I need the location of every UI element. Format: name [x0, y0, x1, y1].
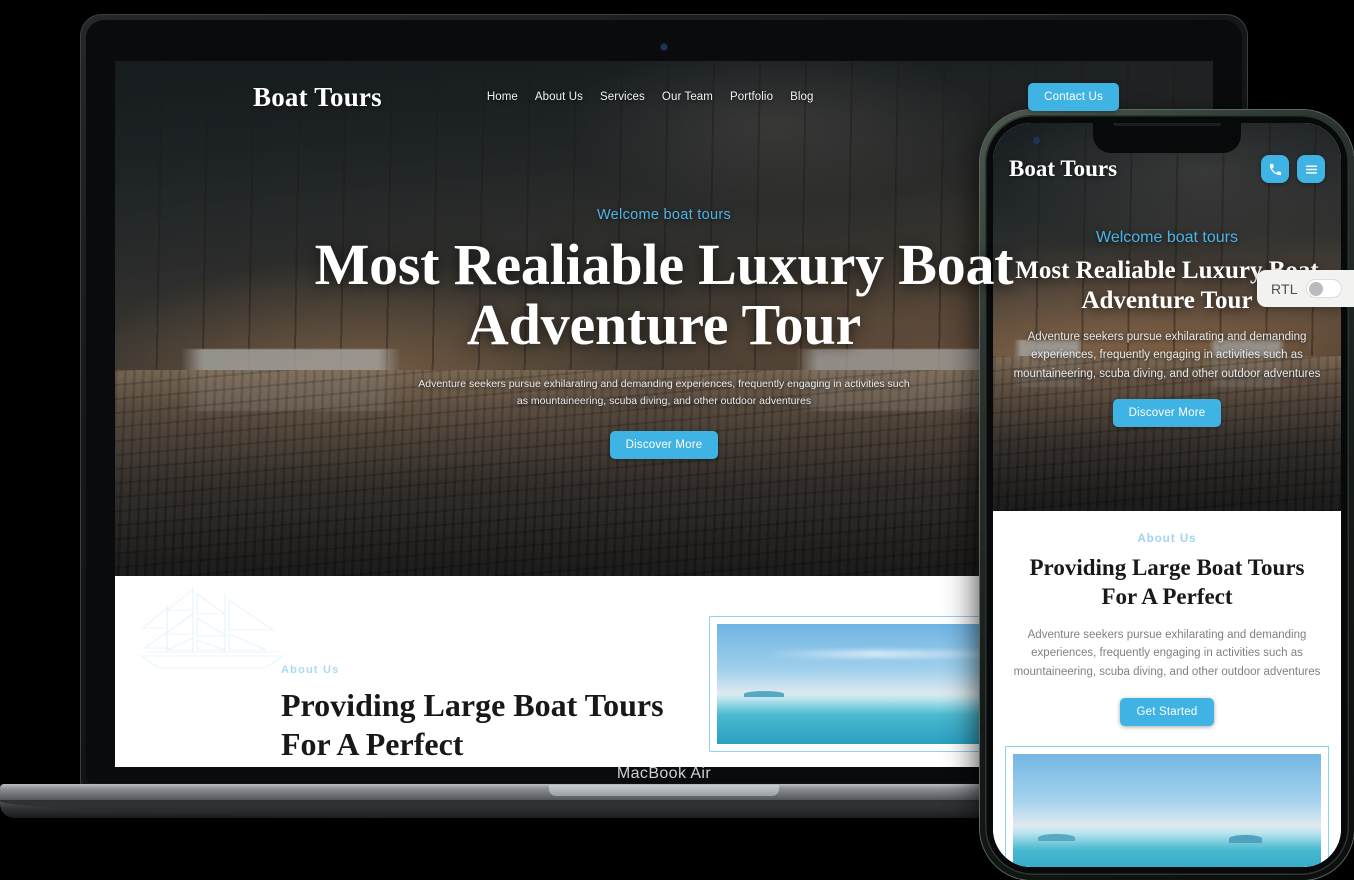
- phone-call-button[interactable]: [1261, 155, 1289, 183]
- about-eyebrow: About Us: [281, 664, 340, 676]
- nav-item-portfolio[interactable]: Portfolio: [730, 91, 773, 103]
- mobile-website: Boat Tours Welcome boat tours Most Reali…: [993, 123, 1341, 867]
- site-logo[interactable]: Boat Tours: [253, 82, 382, 113]
- phone-icon: [1269, 163, 1281, 175]
- phone-notch: [1093, 123, 1241, 153]
- laptop-base-notch: [549, 785, 779, 796]
- nav-item-our-team[interactable]: Our Team: [662, 91, 713, 103]
- hero-cta-wrap: Discover More: [115, 431, 1213, 459]
- main-navigation-bar: Boat Tours Home About Us Services Our Te…: [115, 61, 1213, 119]
- phone-speaker-grille: [1113, 123, 1221, 126]
- discover-more-button[interactable]: Discover More: [609, 431, 719, 459]
- sailing-ship-illustration-icon: [139, 586, 285, 669]
- mobile-menu-button[interactable]: [1297, 155, 1325, 183]
- screenshot-stage: Boat Tours Home About Us Services Our Te…: [0, 0, 1354, 880]
- mobile-site-logo[interactable]: Boat Tours: [1009, 156, 1117, 182]
- phone-screen: Boat Tours Welcome boat tours Most Reali…: [993, 123, 1341, 867]
- mobile-about-sea-photo: [1013, 754, 1321, 867]
- phone-mockup: Boat Tours Welcome boat tours Most Reali…: [980, 110, 1354, 880]
- mobile-about-section: About Us Providing Large Boat Tours For …: [993, 511, 1341, 727]
- about-title: Providing Large Boat Tours For A Perfect: [281, 687, 664, 763]
- phone-front-camera-icon: [1033, 137, 1040, 144]
- mobile-discover-more-button[interactable]: Discover More: [1112, 399, 1222, 428]
- hamburger-menu-icon: [1305, 164, 1317, 174]
- contact-us-button[interactable]: Contact Us: [1028, 83, 1119, 111]
- nav-links: Home About Us Services Our Team Portfoli…: [487, 91, 814, 103]
- nav-item-services[interactable]: Services: [600, 91, 645, 103]
- rtl-toggle-label: RTL: [1271, 280, 1298, 297]
- nav-item-blog[interactable]: Blog: [790, 91, 813, 103]
- rtl-toggle-widget[interactable]: RTL: [1257, 270, 1354, 307]
- nav-item-home[interactable]: Home: [487, 91, 518, 103]
- mobile-hero-subtitle: Adventure seekers pursue exhilarating an…: [1013, 331, 1321, 380]
- mobile-about-title: Providing Large Boat Tours For A Perfect: [1029, 555, 1305, 609]
- rtl-toggle-knob: [1308, 282, 1323, 296]
- hero-subtitle: Adventure seekers pursue exhilarating an…: [418, 378, 910, 407]
- hero-title: Most Realiable Luxury Boat Adventure Tou…: [314, 232, 1014, 357]
- laptop-camera-icon: [661, 44, 667, 50]
- mobile-hero-eyebrow: Welcome boat tours: [1096, 229, 1238, 246]
- mobile-nav-actions: [1261, 155, 1325, 183]
- mobile-hero-cta-wrap: Discover More: [1009, 399, 1325, 428]
- mobile-about-cta-wrap: Get Started: [1011, 698, 1323, 727]
- mobile-about-text: Adventure seekers pursue exhilarating an…: [1013, 628, 1321, 679]
- mobile-about-image-frame: [1005, 746, 1329, 867]
- nav-item-about-us[interactable]: About Us: [535, 91, 583, 103]
- rtl-toggle-switch[interactable]: [1305, 279, 1342, 298]
- mobile-about-eyebrow: About Us: [1137, 533, 1197, 545]
- get-started-button[interactable]: Get Started: [1120, 698, 1214, 727]
